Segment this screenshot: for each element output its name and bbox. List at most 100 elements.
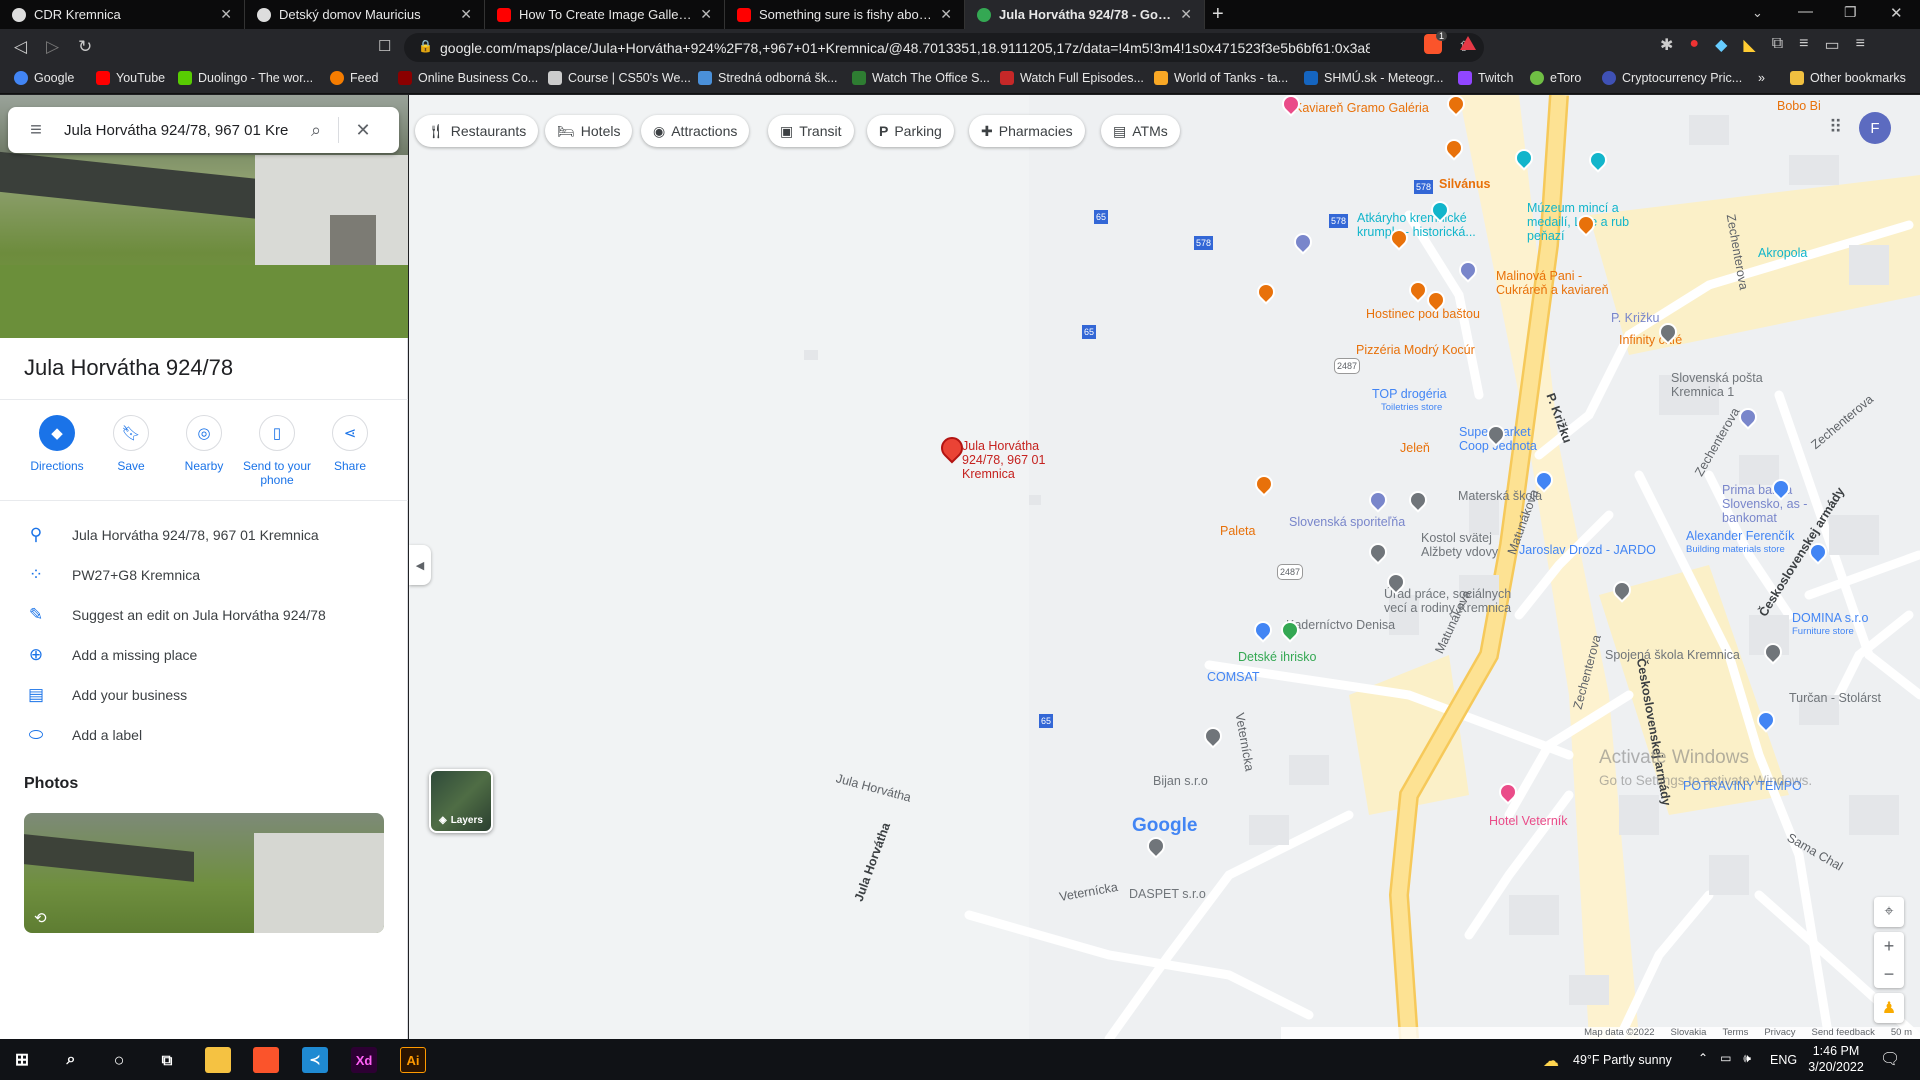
privacy-link[interactable]: Privacy xyxy=(1764,1027,1795,1039)
bookmark-cs50[interactable]: Course | CS50's We... xyxy=(548,71,691,85)
bookmark-episodes[interactable]: Watch Full Episodes... xyxy=(1000,71,1144,85)
chip-pharmacies[interactable]: ✚ Pharmacies xyxy=(969,115,1085,147)
clock[interactable]: 1:46 PM 3/20/2022 xyxy=(1806,1043,1866,1075)
file-explorer-icon[interactable] xyxy=(205,1047,231,1073)
place-label[interactable]: Pizzéria Modrý Kocúr xyxy=(1356,343,1475,357)
place-label[interactable]: Hotel Veterník xyxy=(1489,814,1568,828)
volume-icon[interactable]: 🕪︎ xyxy=(1743,1051,1751,1066)
bookmark-office[interactable]: Watch The Office S... xyxy=(852,71,990,85)
cortana-icon[interactable]: ○ xyxy=(106,1047,132,1073)
brave-taskbar-icon[interactable] xyxy=(253,1047,279,1073)
place-label[interactable]: Toiletries store xyxy=(1381,401,1442,415)
place-label[interactable]: Slovenská sporiteľňa xyxy=(1289,515,1405,529)
tab-0[interactable]: CDR Kremnica ✕ xyxy=(0,0,245,29)
place-label[interactable]: DASPET s.r.o xyxy=(1129,887,1206,901)
place-label[interactable]: Hostinec pod baštou xyxy=(1366,307,1480,321)
close-icon[interactable]: ✕ xyxy=(339,120,387,141)
bookmark-google[interactable]: Google xyxy=(14,71,74,85)
place-label[interactable]: Akropola xyxy=(1758,246,1807,260)
chip-transit[interactable]: ▣ Transit xyxy=(768,115,854,147)
other-bookmarks[interactable]: Other bookmarks xyxy=(1790,71,1906,85)
search-icon[interactable]: ⌕ xyxy=(294,120,338,141)
weather-text[interactable]: 49°F Partly sunny xyxy=(1573,1053,1672,1067)
bookmark-page-icon[interactable]: ☐ xyxy=(378,37,391,55)
vscode-icon[interactable]: ≺ xyxy=(302,1047,328,1073)
extension-icon[interactable]: ● xyxy=(1689,35,1699,55)
chip-atms[interactable]: ▤ ATMs xyxy=(1101,115,1180,147)
tab-1[interactable]: Detský domov Mauricius ✕ xyxy=(245,0,485,29)
back-icon[interactable]: ◁ xyxy=(14,37,27,57)
scale-bar[interactable]: 50 m xyxy=(1891,1027,1912,1039)
place-label[interactable]: Silvánus xyxy=(1439,177,1490,191)
street-view-pegman-icon[interactable]: ♟ xyxy=(1874,993,1904,1023)
send-to-phone-button[interactable]: ▯ Send to your phone xyxy=(242,415,312,487)
xd-icon[interactable]: Xd xyxy=(351,1047,377,1073)
window-close-icon[interactable]: ✕ xyxy=(1890,4,1903,22)
tab-search-icon[interactable]: ⌄ xyxy=(1752,5,1763,21)
country-text[interactable]: Slovakia xyxy=(1671,1027,1707,1039)
photo-thumbnail[interactable]: ⟲ xyxy=(24,813,384,933)
place-label[interactable]: Malinová Pani - Cukráreň a kaviareň xyxy=(1496,269,1626,297)
bookmark-wot[interactable]: World of Tanks - ta... xyxy=(1154,71,1288,85)
layers-button[interactable]: ◈ Layers xyxy=(429,769,493,833)
bookmark-youtube[interactable]: YouTube xyxy=(96,71,165,85)
menu-icon[interactable]: ≡ xyxy=(1856,35,1865,55)
place-label[interactable]: Bijan s.r.o xyxy=(1153,774,1208,788)
nearby-button[interactable]: ◎ Nearby xyxy=(169,415,239,473)
directions-button[interactable]: ◆ Directions xyxy=(22,415,92,473)
zoom-in-button[interactable]: + xyxy=(1874,932,1904,960)
forward-icon[interactable]: ▷ xyxy=(46,37,59,57)
chip-restaurants[interactable]: 🍴︎ Restaurants xyxy=(415,115,539,147)
windows-start-icon[interactable]: ⊞ xyxy=(9,1047,35,1073)
brave-rewards-icon[interactable] xyxy=(1460,36,1476,50)
zoom-out-button[interactable]: − xyxy=(1874,960,1904,988)
place-label[interactable]: DOMINA s.r.o xyxy=(1792,611,1868,625)
address-bar[interactable]: 🔒 google.com/maps/place/Jula+Horvátha+92… xyxy=(404,33,1484,62)
puzzle-icon[interactable]: ⧉ xyxy=(1772,35,1783,55)
place-label[interactable]: Úrad práce, sociálnych vecí a rodiny Kre… xyxy=(1384,587,1514,615)
bookmark-stredna[interactable]: Stredná odborná šk... xyxy=(698,71,838,85)
close-icon[interactable]: ✕ xyxy=(1180,6,1192,23)
place-label[interactable]: Kaviareň Gramo Galéria xyxy=(1294,101,1429,115)
bookmark-duolingo[interactable]: Duolingo - The wor... xyxy=(178,71,313,85)
chip-hotels[interactable]: 🛏︎ Hotels xyxy=(545,115,633,147)
bookmarks-overflow[interactable]: » xyxy=(1758,71,1765,85)
new-tab-button[interactable]: + xyxy=(1212,3,1224,26)
add-missing-place-row[interactable]: ⊕ Add a missing place xyxy=(0,635,408,675)
extension-icon[interactable]: ◆ xyxy=(1715,35,1727,55)
search-icon[interactable]: ⌕ xyxy=(58,1047,84,1073)
place-label[interactable]: Supermarket Coop Jednota xyxy=(1459,425,1559,453)
selected-place-label[interactable]: Jula Horvátha 924/78, 967 01 Kremnica xyxy=(962,439,1072,481)
restore-icon[interactable]: ❐ xyxy=(1844,4,1857,21)
terms-link[interactable]: Terms xyxy=(1722,1027,1748,1039)
place-label[interactable]: Detské ihrisko xyxy=(1238,650,1317,664)
place-label[interactable]: P. Križku xyxy=(1611,311,1659,325)
notifications-icon[interactable]: 🗨︎ xyxy=(1880,1049,1900,1069)
place-label[interactable]: COMSAT xyxy=(1207,670,1260,684)
wallet-icon[interactable]: ▭ xyxy=(1824,35,1839,55)
place-label[interactable]: Alexander Ferenčík xyxy=(1686,529,1794,543)
close-icon[interactable]: ✕ xyxy=(700,6,712,23)
place-label[interactable]: Turčan - Stolárst xyxy=(1789,691,1881,705)
minimize-icon[interactable]: — xyxy=(1798,3,1813,20)
language-indicator[interactable]: ENG xyxy=(1770,1053,1797,1067)
close-icon[interactable]: ✕ xyxy=(460,6,472,23)
place-label[interactable]: TOP drogéria xyxy=(1372,387,1447,401)
plus-code-row[interactable]: ⁘ PW27+G8 Kremnica xyxy=(0,555,408,595)
suggest-edit-row[interactable]: ✎ Suggest an edit on Jula Horvátha 924/78 xyxy=(0,595,408,635)
playlist-icon[interactable]: ≡ xyxy=(1799,35,1808,55)
close-icon[interactable]: ✕ xyxy=(220,6,232,23)
account-avatar[interactable]: F xyxy=(1859,112,1891,144)
place-label[interactable]: Jeleň xyxy=(1400,441,1430,455)
bookmark-twitch[interactable]: Twitch xyxy=(1458,71,1513,85)
my-location-icon[interactable]: ⌖ xyxy=(1874,897,1904,927)
address-row[interactable]: ⚲ Jula Horvátha 924/78, 967 01 Kremnica xyxy=(0,515,408,555)
weather-icon[interactable]: ☁ xyxy=(1543,1051,1559,1071)
place-label[interactable]: Building materials store xyxy=(1686,543,1785,557)
map-canvas[interactable]: 🍴︎ Restaurants 🛏︎ Hotels ◉ Attractions ▣ Tra… xyxy=(409,95,1920,1039)
bookmark-feed[interactable]: Feed xyxy=(330,71,379,85)
share-button[interactable]: ⋖ Share xyxy=(315,415,385,473)
bookmark-shmu[interactable]: SHMÚ.sk - Meteogr... xyxy=(1304,71,1443,85)
apps-grid-icon[interactable]: ⠿ xyxy=(1829,117,1842,138)
extension-icon[interactable]: ✱ xyxy=(1660,35,1673,55)
